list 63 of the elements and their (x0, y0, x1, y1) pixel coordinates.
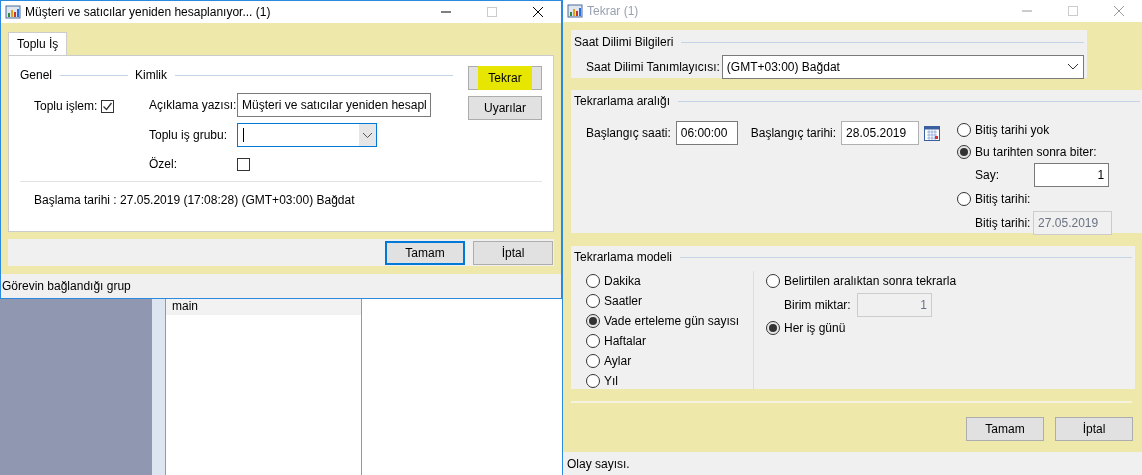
radio-button[interactable] (766, 321, 780, 335)
combo-box[interactable]: (GMT+03:00) Bağdat (721, 55, 1084, 79)
radio-label[interactable]: Bitiş tarihi yok (975, 121, 1050, 139)
status-bar: Görevin bağlandığı grup (1, 274, 561, 298)
app-icon (567, 3, 583, 19)
radio-button[interactable] (957, 192, 972, 206)
radio-button[interactable] (957, 145, 972, 159)
dialog-button[interactable]: İptal (1055, 417, 1133, 441)
radio-button[interactable] (586, 354, 600, 368)
input-field[interactable]: Müşteri ve satıcılar yeniden hesapl (237, 93, 431, 117)
status-bar: Olay sayısı. (563, 452, 1142, 475)
dialog-button[interactable]: Tamam (385, 240, 465, 265)
window-title: Müşteri ve satıcılar yeniden hesaplanıyor... (1) (25, 4, 271, 21)
radio-label[interactable]: Vade erteleme gün sayısı (604, 312, 740, 330)
window-title: Tekrar (1) (587, 3, 639, 20)
calendar-icon[interactable] (924, 125, 941, 141)
radio-label[interactable]: Bu tarihten sonra biter: (975, 143, 1097, 161)
app-icon (5, 4, 21, 20)
radio-label[interactable]: Aylar (604, 352, 632, 370)
chevron-down-icon (359, 124, 376, 146)
radio-label[interactable]: Dakika (604, 272, 641, 290)
radio-label[interactable]: Saatler (604, 292, 643, 310)
radio-button[interactable] (586, 274, 600, 288)
radio-button[interactable] (586, 374, 600, 388)
input-field[interactable]: 1 (1034, 163, 1110, 187)
input-field[interactable]: 06:00:00 (675, 121, 738, 145)
side-button[interactable]: Uyarılar (468, 96, 542, 120)
group-heading: Tekrarlama modeli (574, 249, 673, 266)
field-label: Toplu iş grubu: (149, 127, 229, 144)
field-label: Açıklama yazısı: (149, 97, 237, 114)
chevron-down-icon (1067, 63, 1079, 71)
list-item[interactable]: main (166, 299, 361, 315)
dialog-button[interactable]: Tamam (966, 417, 1044, 441)
dialog-button[interactable]: İptal (473, 240, 553, 265)
radio-label[interactable]: Her iş günü (784, 319, 846, 337)
field-label: Toplu işlem: (34, 98, 98, 115)
radio-button[interactable] (957, 123, 972, 137)
group-heading: Tekrarlama aralığı (574, 93, 671, 110)
field-label: Başlangıç saati: (586, 125, 671, 142)
radio-button[interactable] (586, 334, 600, 348)
input-field[interactable]: 28.05.2019 (841, 121, 920, 145)
radio-button[interactable] (586, 294, 600, 308)
group-heading: Kimlik (135, 67, 167, 84)
group-heading: Saat Dilimi Bilgileri (574, 34, 674, 51)
field-label: Bitiş tarihi: (975, 215, 1032, 232)
field-label: Saat Dilimi Tanımlayıcısı: (586, 59, 720, 76)
field-label: Say: (975, 167, 1001, 184)
radio-label[interactable]: Haftalar (604, 332, 647, 350)
group-heading: Genel (20, 67, 53, 84)
tab[interactable]: Toplu İş (8, 32, 68, 55)
start-date-info: Başlama tarihi : 27.05.2019 (17:08:28) (GMT+03:00) Bağdat (33, 192, 356, 209)
field-label: Özel: (149, 156, 178, 173)
side-button[interactable]: Tekrar (468, 66, 542, 90)
radio-button[interactable] (586, 314, 600, 328)
radio-button[interactable] (766, 274, 780, 288)
radio-label[interactable]: Bitiş tarihi: (975, 190, 1031, 208)
field-label: Birim miktar: (784, 296, 852, 314)
field-label: Başlangıç tarihi: (750, 125, 837, 142)
checkbox[interactable] (101, 99, 115, 113)
radio-label[interactable]: Belirtilen aralıktan sonra tekrarla (784, 272, 957, 290)
radio-label[interactable]: Yıl (604, 372, 618, 390)
combo-box[interactable] (237, 123, 377, 147)
checkbox[interactable] (237, 157, 250, 171)
